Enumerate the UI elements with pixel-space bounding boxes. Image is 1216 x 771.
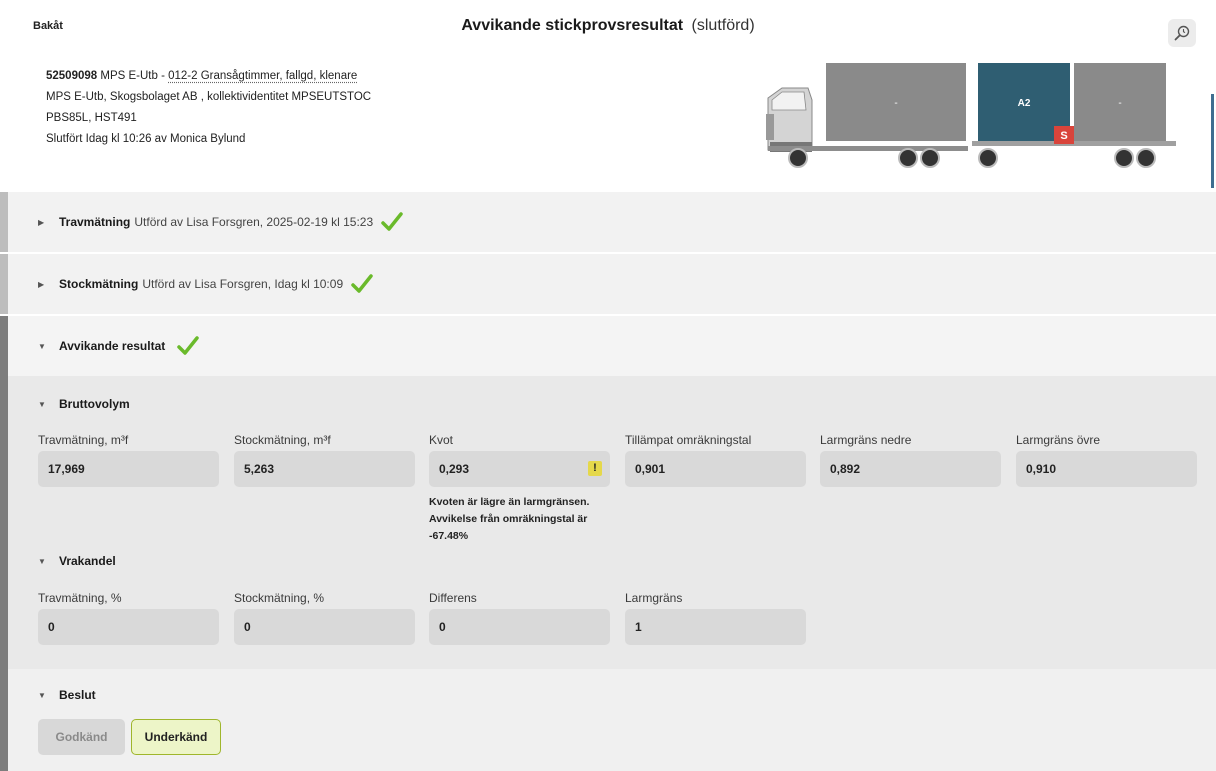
section-avvikande-header[interactable]: ▼ Avvikande resultat [8, 316, 1216, 376]
page-title-text: Avvikande stickprovsresultat [461, 17, 684, 34]
vrak-larmgrans-value: 1 [625, 609, 806, 645]
vrakandel-title: Vrakandel [59, 554, 116, 568]
larmgrans-ovre-value: 0,910 [1016, 451, 1197, 487]
order-line-1-text: MPS E-Utb - [100, 70, 169, 82]
section-title: Avvikande resultat [59, 339, 166, 353]
field-label: Stockmätning, % [234, 591, 325, 605]
load-slot-1-label: - [894, 98, 897, 109]
check-icon [381, 212, 403, 231]
page-title: Avvikande stickprovsresultat (slutförd) [0, 17, 1216, 35]
vrak-travmatning-value: 0 [38, 609, 219, 645]
expand-arrow-icon: ▶ [38, 217, 45, 227]
bruttovolym-title: Bruttovolym [59, 397, 130, 411]
field-label: Larmgräns nedre [820, 433, 912, 447]
order-line-3: PBS85L, HST491 [46, 112, 137, 124]
field-label: Differens [429, 591, 477, 605]
warning-line: -67.48% [429, 530, 469, 542]
kvot-warning-message: Kvoten är lägre än larmgränsen. Avvikels… [429, 494, 619, 545]
order-line-2: MPS E-Utb, Skogsbolaget AB , kollektivid… [46, 91, 372, 103]
field-label: Larmgräns övre [1016, 433, 1101, 447]
field-label: Stockmätning, m³f [234, 433, 331, 447]
field-label: Travmätning, m³f [38, 433, 129, 447]
beslut-block: ▼ Beslut Godkänd Underkänd [8, 669, 1216, 771]
check-icon [177, 336, 200, 355]
warning-line: Kvoten är lägre än larmgränsen. [429, 496, 590, 508]
search-history-icon [1174, 25, 1190, 41]
vrak-stockmatning-value: 0 [234, 609, 415, 645]
stockmatning-volume-value: 5,263 [234, 451, 415, 487]
section-travmatning-header[interactable]: ▶ Travmätning Utförd av Lisa Forsgren, 2… [8, 192, 1216, 252]
assortment-link[interactable]: 012-2 Gransågtimmer, fallgd, klenare [168, 70, 357, 82]
order-info: 52509098 MPS E-Utb - 012-2 Gransågtimmer… [46, 66, 371, 150]
section-travmatning[interactable]: ▶ Travmätning Utförd av Lisa Forsgren, 2… [0, 192, 1216, 252]
order-id: 52509098 [46, 70, 98, 82]
warning-line: Avvikelse från omräkningstal är [429, 513, 588, 525]
beslut-header[interactable]: ▼ Beslut [38, 688, 96, 702]
expand-arrow-icon: ▶ [38, 279, 45, 289]
larmgrans-nedre-value: 0,892 [820, 451, 1001, 487]
check-icon [351, 274, 373, 293]
vrakandel-header[interactable]: ▼ Vrakandel [38, 554, 116, 568]
truck-diagram: - A2 S - [766, 63, 1176, 168]
load-slot-3-label: - [1118, 98, 1121, 109]
truck-cab [766, 87, 813, 152]
field-label: Kvot [429, 433, 454, 447]
header: Bakåt Avvikande stickprovsresultat (slut… [0, 0, 1216, 192]
section-stockmatning-header[interactable]: ▶ Stockmätning Utförd av Lisa Forsgren, … [8, 254, 1216, 314]
wheels [788, 148, 1156, 168]
section-meta: Utförd av Lisa Forsgren, 2025-02-19 kl 1… [134, 215, 374, 229]
load-slot-2-label: A2 [1018, 98, 1031, 109]
section-title: Travmätning [59, 215, 131, 229]
section-meta: Utförd av Lisa Forsgren, Idag kl 10:09 [142, 277, 344, 291]
sample-marker-label: S [1060, 130, 1067, 142]
kvot-value-box: 0,293 ! [429, 451, 610, 487]
travmatning-volume-value: 17,969 [38, 451, 219, 487]
field-label: Tillämpat omräkningstal [625, 433, 752, 447]
order-line-1: 52509098 MPS E-Utb - 012-2 Gransågtimmer… [46, 66, 371, 87]
approve-button[interactable]: Godkänd [38, 719, 125, 755]
page-status: (slutförd) [691, 17, 755, 34]
bruttovolym-header[interactable]: ▼ Bruttovolym [38, 397, 130, 411]
collapse-arrow-icon: ▼ [38, 690, 46, 700]
order-line-4: Slutfört Idag kl 10:26 av Monica Bylund [46, 133, 246, 145]
collapse-arrow-icon: ▼ [38, 341, 46, 351]
vrak-differens-value: 0 [429, 609, 610, 645]
beslut-title: Beslut [59, 688, 96, 702]
scroll-indicator[interactable] [1211, 94, 1214, 188]
bruttovolym-block: ▼ Bruttovolym Travmätning, m³f 17,969 St… [8, 376, 1216, 669]
section-avvikande-resultat: ▼ Avvikande resultat ▼ Bruttovolym Travm… [0, 316, 1216, 771]
warning-icon: ! [588, 461, 602, 476]
omrakningstal-value: 0,901 [625, 451, 806, 487]
section-stockmatning[interactable]: ▶ Stockmätning Utförd av Lisa Forsgren, … [0, 254, 1216, 314]
section-title: Stockmätning [59, 277, 139, 291]
field-label: Travmätning, % [38, 591, 122, 605]
collapse-arrow-icon: ▼ [38, 556, 46, 566]
field-label: Larmgräns [625, 591, 683, 605]
kvot-value: 0,293 [439, 462, 470, 476]
search-history-button[interactable] [1168, 19, 1196, 47]
collapse-arrow-icon: ▼ [38, 399, 46, 409]
reject-button[interactable]: Underkänd [131, 719, 221, 755]
